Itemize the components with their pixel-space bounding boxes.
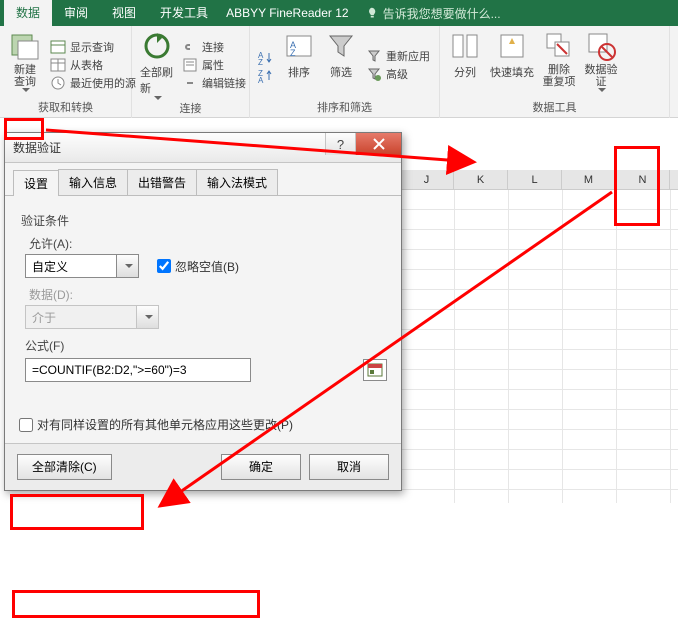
menu-bar: 数据 审阅 视图 开发工具 ABBYY FineReader 12 告诉我您想要… — [0, 0, 678, 26]
group-label: 连接 — [136, 102, 245, 118]
allow-input[interactable] — [25, 254, 117, 278]
group-label: 获取和转换 — [4, 101, 127, 118]
flashfill-icon — [496, 30, 528, 62]
show-queries-button[interactable]: 显示查询 — [50, 39, 136, 55]
chevron-down-icon — [598, 88, 606, 92]
redbox-allow-combo — [10, 494, 144, 530]
svg-text:A: A — [258, 76, 264, 84]
dialog-title: 数据验证 — [13, 139, 61, 156]
dialog-footer: 全部清除(C) 确定 取消 — [5, 443, 401, 490]
close-icon — [373, 138, 385, 150]
new-query-icon — [9, 30, 41, 62]
refresh-icon — [141, 30, 173, 62]
link-icon — [182, 39, 198, 55]
dialog-titlebar[interactable]: 数据验证 ? — [5, 133, 401, 163]
clock-icon — [50, 75, 66, 91]
filter-icon — [325, 30, 357, 62]
sort-icon: AZ — [283, 30, 315, 62]
chevron-down-icon — [22, 88, 30, 92]
ribbon: 新建 查询 显示查询 从表格 最近使用的源 获取和转换 全部刷新 连接 属性 编… — [0, 26, 678, 118]
clear-all-button[interactable]: 全部清除(C) — [17, 454, 112, 480]
flash-fill-button[interactable]: 快速填充 — [486, 28, 538, 101]
allow-label: 允许(A): — [29, 235, 387, 252]
filter-button[interactable]: 筛选 — [320, 28, 362, 101]
redbox-formula — [12, 590, 260, 618]
data-validation-dialog: 数据验证 ? 设置 输入信息 出错警告 输入法模式 验证条件 允许(A): 忽略… — [4, 132, 402, 491]
properties-button[interactable]: 属性 — [182, 57, 246, 73]
removedup-icon — [543, 30, 575, 62]
table-icon — [50, 39, 66, 55]
chevron-down-icon[interactable] — [117, 254, 139, 278]
formula-label: 公式(F) — [25, 337, 387, 354]
close-button[interactable] — [355, 133, 401, 155]
sort-desc-icon: ZA — [258, 68, 274, 84]
ignore-blank-input[interactable] — [157, 259, 171, 273]
chain-icon — [182, 75, 198, 91]
dialog-tabs: 设置 输入信息 出错警告 输入法模式 — [5, 163, 401, 196]
data-combo — [25, 305, 159, 329]
tab-settings[interactable]: 设置 — [13, 170, 59, 196]
reapply-button[interactable]: 重新应用 — [366, 48, 430, 64]
ignore-blank-checkbox[interactable]: 忽略空值(B) — [157, 258, 239, 275]
range-selector-button[interactable] — [363, 359, 387, 381]
recent-sources-button[interactable]: 最近使用的源 — [50, 75, 136, 91]
tell-me-search[interactable]: 告诉我您想要做什么... — [367, 5, 501, 22]
data-validation-button[interactable]: 数据验 证 — [580, 28, 622, 101]
tab-input-message[interactable]: 输入信息 — [58, 169, 128, 195]
menu-data[interactable]: 数据 — [4, 0, 52, 26]
advanced-button[interactable]: 高级 — [366, 66, 430, 82]
edit-links-button[interactable]: 编辑链接 — [182, 75, 246, 91]
refresh-all-button[interactable]: 全部刷新 — [136, 28, 178, 102]
cancel-button[interactable]: 取消 — [309, 454, 389, 480]
apply-others-checkbox[interactable]: 对有同样设置的所有其他单元格应用这些更改(P) — [19, 416, 293, 433]
sort-desc-button[interactable]: ZA — [258, 68, 274, 84]
tab-ime-mode[interactable]: 输入法模式 — [196, 169, 278, 195]
chevron-down-icon — [154, 96, 162, 100]
ok-button[interactable]: 确定 — [221, 454, 301, 480]
spreadsheet-grid[interactable] — [400, 190, 678, 503]
data-input — [25, 305, 137, 329]
from-table-button[interactable]: 从表格 — [50, 57, 136, 73]
allow-combo[interactable] — [25, 254, 139, 278]
menu-abbyy[interactable]: ABBYY FineReader 12 — [226, 6, 349, 20]
bulb-icon — [367, 7, 379, 19]
text-to-columns-button[interactable]: 分列 — [444, 28, 486, 101]
data-label: 数据(D): — [29, 286, 387, 303]
col-j[interactable]: J — [400, 170, 454, 189]
properties-icon — [182, 57, 198, 73]
col-l[interactable]: L — [508, 170, 562, 189]
sort-button[interactable]: AZ 排序 — [278, 28, 320, 101]
chevron-down-icon — [137, 305, 159, 329]
col-m[interactable]: M — [562, 170, 616, 189]
svg-text:Z: Z — [258, 58, 263, 66]
tab-error-alert[interactable]: 出错警告 — [127, 169, 197, 195]
tell-me-placeholder: 告诉我您想要做什么... — [383, 5, 501, 22]
table-icon — [50, 57, 66, 73]
connections-button[interactable]: 连接 — [182, 39, 246, 55]
apply-others-input[interactable] — [19, 418, 33, 432]
remove-duplicates-button[interactable]: 删除 重复项 — [538, 28, 580, 101]
column-headers: J K L M N — [400, 170, 678, 190]
sort-asc-icon: AZ — [258, 50, 274, 66]
new-query-button[interactable]: 新建 查询 — [4, 28, 46, 101]
group-label: 数据工具 — [444, 101, 665, 118]
group-label: 排序和筛选 — [254, 101, 435, 118]
help-button[interactable]: ? — [325, 133, 355, 155]
range-icon — [367, 363, 383, 377]
data-validation-icon — [585, 30, 617, 62]
formula-input[interactable] — [25, 358, 251, 382]
col-k[interactable]: K — [454, 170, 508, 189]
columns-icon — [449, 30, 481, 62]
menu-dev[interactable]: 开发工具 — [148, 0, 220, 26]
sort-asc-button[interactable]: AZ — [258, 50, 274, 66]
col-n[interactable]: N — [616, 170, 670, 189]
reapply-icon — [366, 48, 382, 64]
svg-text:Z: Z — [290, 48, 296, 58]
menu-view[interactable]: 视图 — [100, 0, 148, 26]
advanced-icon — [366, 66, 382, 82]
menu-review[interactable]: 审阅 — [52, 0, 100, 26]
criteria-heading: 验证条件 — [21, 212, 387, 229]
